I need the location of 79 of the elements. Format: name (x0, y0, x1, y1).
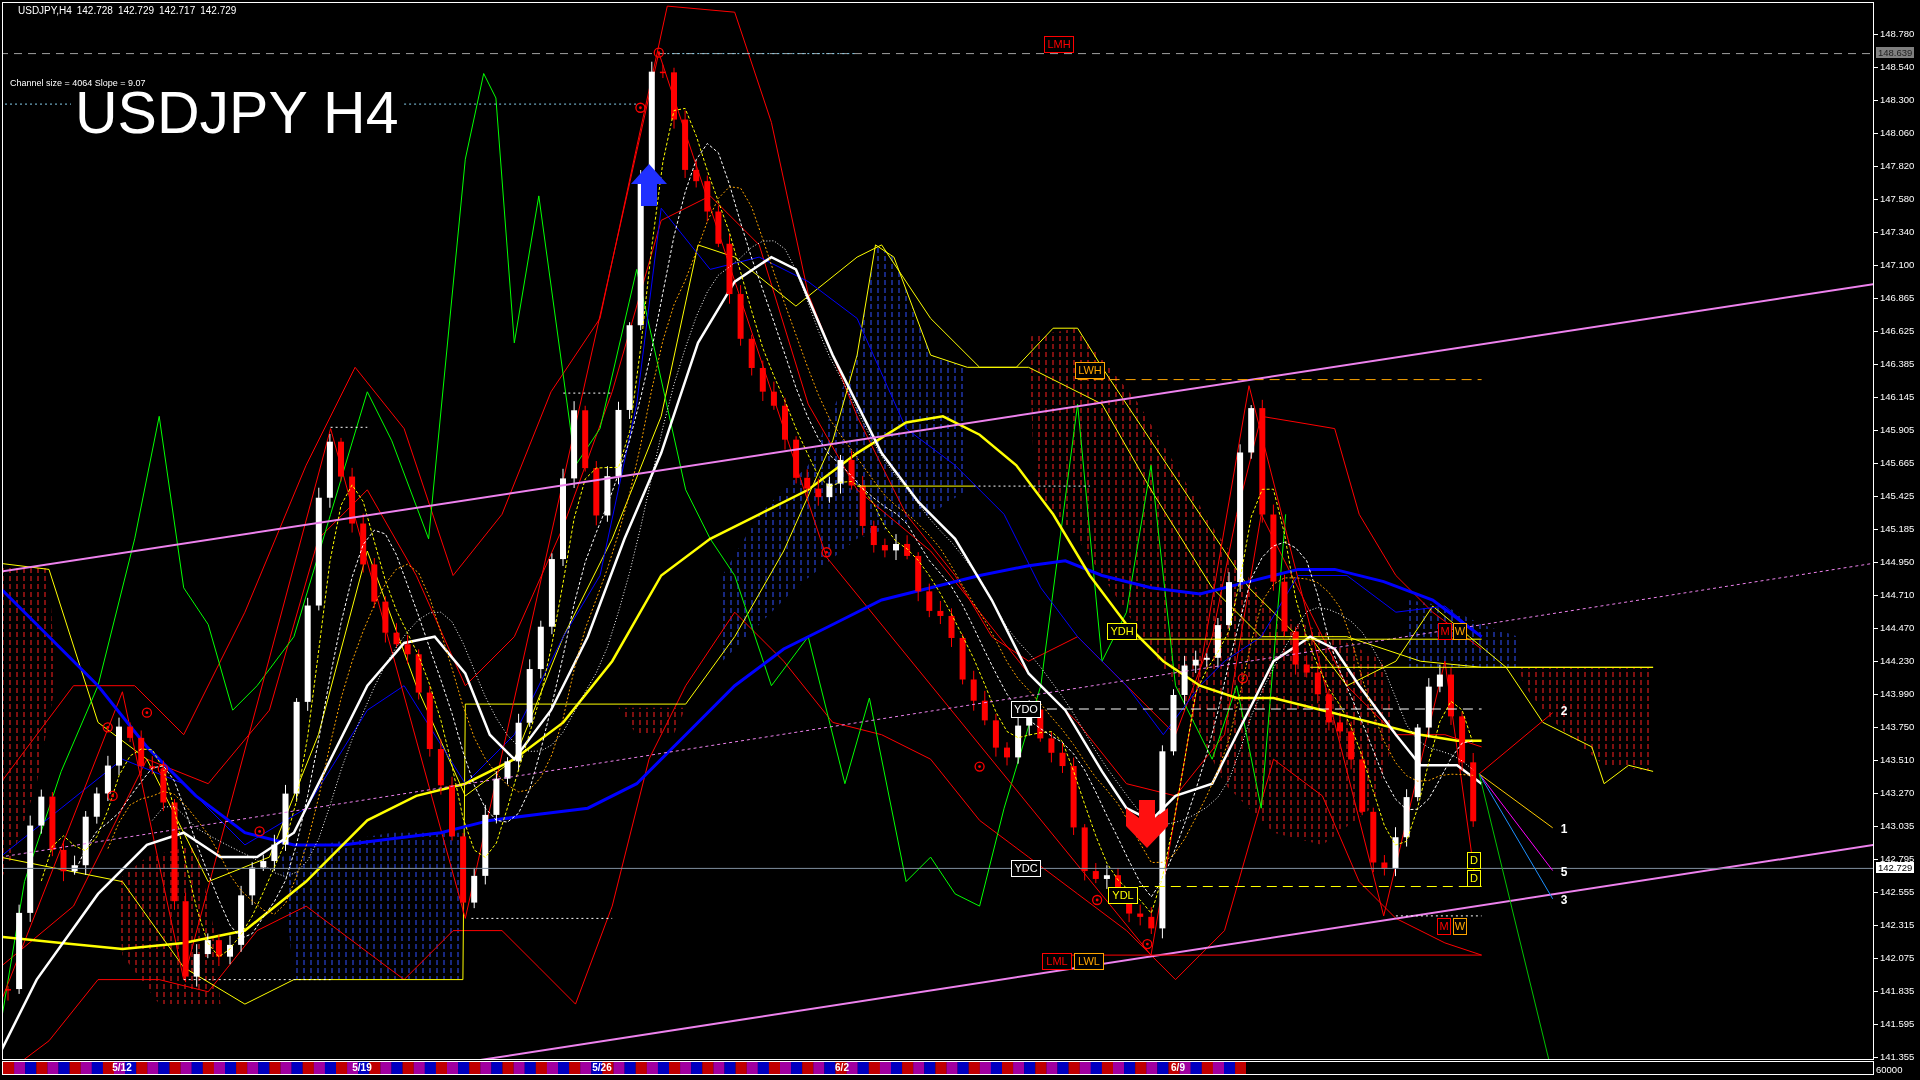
volume-scale-label: 60000 (1876, 1064, 1903, 1075)
price-tick-label: 148.780 (1880, 29, 1915, 40)
ohlc-value: 142.728 (76, 5, 113, 17)
projection-label: 5 (1559, 864, 1569, 880)
price-tick-label: 145.185 (1880, 524, 1915, 535)
price-marker: 142.729 (1876, 862, 1915, 873)
price-tick-label: 144.470 (1880, 623, 1915, 634)
price-tick-label: 143.270 (1880, 788, 1915, 799)
price-tick-label: 144.710 (1880, 590, 1915, 601)
projection-label: 1 (1559, 821, 1569, 837)
projection-label: 2 (1559, 703, 1569, 719)
chart-title: USDJPY H4 (75, 90, 399, 136)
level-line (3, 103, 72, 105)
level-label: LWH (1075, 362, 1105, 379)
price-tick-label: 145.665 (1880, 458, 1915, 469)
price-tick-label: 146.145 (1880, 392, 1915, 403)
level-label: W (1453, 623, 1467, 640)
price-tick-label: 141.835 (1880, 986, 1915, 997)
ohlc-value: 142.729 (117, 5, 155, 17)
price-tick-label: 143.035 (1880, 821, 1915, 832)
level-label: YDC (1011, 860, 1041, 877)
level-label: D (1467, 870, 1481, 887)
price-tick-label: 146.865 (1880, 293, 1915, 304)
price-tick-label: 143.750 (1880, 722, 1915, 733)
circle-marker-icon (157, 763, 168, 775)
price-tick-label: 142.555 (1880, 887, 1915, 898)
price-tick-label: 148.540 (1880, 62, 1915, 73)
projection-label: 3 (1559, 892, 1569, 908)
level-label: M (1438, 623, 1452, 640)
cloud-area (618, 707, 686, 735)
level-line (562, 392, 613, 394)
price-tick-label: 147.100 (1880, 260, 1915, 271)
price-tick-label: 147.820 (1880, 161, 1915, 172)
down-arrow-icon (1126, 800, 1168, 848)
price-tick-label: 145.905 (1880, 425, 1915, 436)
date-label: 5/26 (592, 1062, 612, 1074)
price-tick-label: 142.795 (1880, 854, 1915, 865)
level-label: D (1467, 852, 1481, 869)
circle-marker-icon (1142, 938, 1153, 950)
circle-marker-icon (254, 826, 265, 837)
price-tick-label: 143.990 (1880, 689, 1915, 700)
level-label: YDH (1107, 623, 1137, 640)
price-tick-label: 142.315 (1880, 920, 1915, 931)
level-label: LML (1042, 953, 1072, 970)
circle-marker-icon (102, 722, 113, 733)
level-label: LWL (1074, 953, 1104, 970)
level-label: M (1437, 918, 1451, 935)
price-tick-label: 148.300 (1880, 95, 1915, 106)
price-tick-label: 146.625 (1880, 326, 1915, 337)
symbol-label: USDJPY,H4 (18, 5, 72, 17)
circle-marker-icon (653, 47, 664, 58)
price-tick-label: 143.510 (1880, 755, 1915, 766)
level-label: W (1453, 918, 1467, 935)
circle-marker-icon (635, 102, 646, 113)
price-tick-label: 148.060 (1880, 128, 1915, 139)
price-tick-label: 141.595 (1880, 1019, 1915, 1030)
price-tick-label: 147.580 (1880, 194, 1915, 205)
level-label: LMH (1044, 36, 1074, 53)
circle-marker-icon (974, 761, 985, 772)
price-tick-label: 145.425 (1880, 491, 1915, 502)
price-tick-label: 142.075 (1880, 953, 1915, 964)
price-tick-label: 141.355 (1880, 1052, 1915, 1063)
price-marker: 148.639 (1876, 47, 1915, 58)
ohlc-value: 142.729 (200, 5, 237, 17)
circle-marker-icon (1237, 673, 1248, 684)
price-tick-label: 144.950 (1880, 557, 1915, 568)
level-label: YDO (1011, 701, 1041, 718)
circle-marker-icon (107, 790, 118, 802)
level-label: YDL (1108, 887, 1138, 904)
circle-marker-icon (141, 707, 153, 718)
circle-marker-icon (821, 547, 832, 558)
price-tick-label: 147.340 (1880, 227, 1915, 238)
price-tick-label: 144.230 (1880, 656, 1915, 667)
ohlc-value: 142.717 (159, 5, 196, 17)
channel-info-text: Channel size = 4064 Slope = 9.07 (10, 78, 146, 89)
up-arrow-icon (631, 164, 667, 206)
circle-marker-icon (1092, 894, 1103, 906)
level-line (330, 426, 368, 428)
price-tick-label: 146.385 (1880, 359, 1915, 370)
